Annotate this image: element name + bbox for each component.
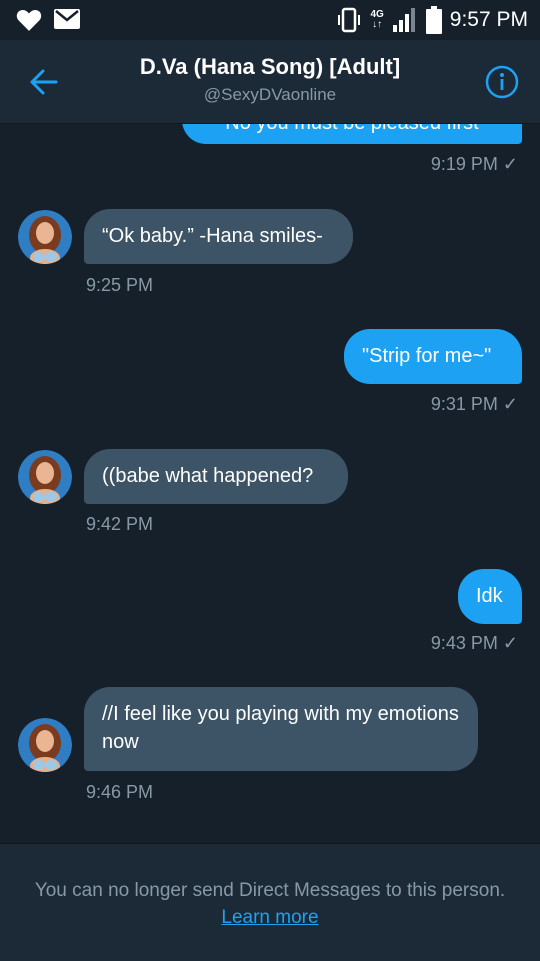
conversation-title: D.Va (Hana Song) [Adult] [139,54,401,79]
avatar[interactable] [18,210,72,264]
outgoing-message-bubble[interactable]: Idk [458,569,522,624]
incoming-message-bubble[interactable]: ((babe what happened? [84,449,348,504]
heart-icon [16,9,42,31]
mail-icon [54,9,80,29]
message-timestamp: 9:46 PM [86,782,154,802]
conversation-header: D.Va (Hana Song) [Adult] @SexyDVaonline [0,40,540,124]
status-bar: 4G ↓↑ 9:57 PM [0,0,540,40]
outgoing-message-bubble[interactable]: No you must be pleased first [182,124,522,144]
avatar[interactable] [18,450,72,504]
read-check-icon: ✓ [502,154,518,174]
message-timestamp: 9:19 PM ✓ [430,154,518,174]
message-text: ((babe what happened? [102,465,314,487]
read-check-icon: ✓ [502,394,518,414]
signal-icon [392,8,415,32]
incoming-message-bubble[interactable]: “Ok baby.” -Hana smiles- [84,209,353,264]
message-timestamp: 9:31 PM ✓ [430,394,518,414]
incoming-message-bubble[interactable]: //I feel like you playing with my emotio… [84,687,478,771]
avatar[interactable] [18,718,72,772]
conversation-title-block[interactable]: D.Va (Hana Song) [Adult] @SexyDVaonline [0,54,540,105]
dm-disabled-notice: You can no longer send Direct Messages t… [34,880,506,928]
info-icon[interactable] [484,64,520,100]
conversation-handle: @SexyDVaonline [203,85,337,104]
dm-disabled-footer: You can no longer send Direct Messages t… [0,843,540,961]
message-timestamp: 9:25 PM [86,275,154,295]
message-timestamp: 9:42 PM [86,514,154,534]
message-text: “Ok baby.” -Hana smiles- [102,225,323,247]
message-text: "Strip for me~" [362,345,492,367]
message-timestamp: 9:43 PM ✓ [430,633,518,653]
message-text: Idk [476,585,503,607]
read-check-icon: ✓ [502,633,518,653]
network-type: 4G ↓↑ [370,9,384,30]
message-list[interactable]: No you must be pleased first 9:19 PM ✓ “… [0,124,540,842]
status-time: 9:57 PM [449,8,528,31]
message-text: No you must be pleased first [225,124,478,134]
learn-more-link[interactable]: Learn more [221,907,318,928]
battery-icon [425,6,442,34]
outgoing-message-bubble[interactable]: "Strip for me~" [344,329,522,384]
vibrate-icon [338,7,361,33]
message-text: //I feel like you playing with my emotio… [102,703,459,753]
